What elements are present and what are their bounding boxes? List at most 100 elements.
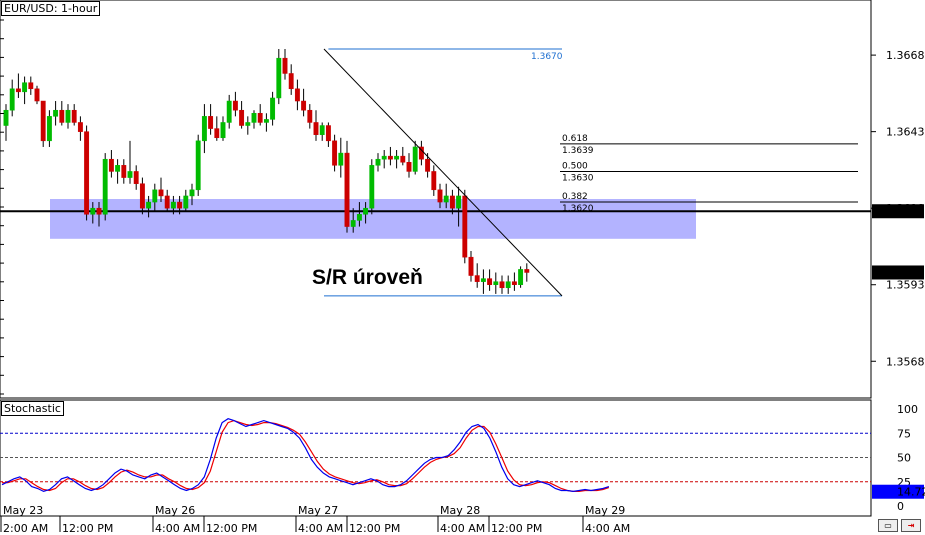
time-label: 4:00 AM — [440, 522, 485, 535]
candle-body — [232, 100, 238, 111]
candle-body — [437, 189, 443, 203]
candle — [84, 125, 90, 221]
candle-body — [108, 158, 114, 172]
stoch-tick-label: 0 — [897, 500, 904, 513]
candle-body — [220, 122, 226, 139]
candle-body — [65, 109, 71, 123]
candle — [102, 153, 108, 221]
candle-body — [381, 155, 387, 160]
candle-body — [406, 162, 412, 172]
candle-body — [226, 100, 232, 123]
candle-body — [493, 281, 499, 285]
candle-body — [22, 82, 28, 93]
candle-body — [34, 88, 40, 102]
candle-body — [307, 109, 313, 123]
candle-body — [387, 155, 393, 160]
candle-body — [59, 109, 65, 123]
stoch-badge-label: 14.72 — [897, 486, 925, 499]
candle-body — [96, 207, 102, 215]
candle — [344, 140, 350, 233]
fib-ratio-label: 0.618 — [562, 134, 588, 144]
fib-price-label: 1.3620 — [562, 204, 594, 214]
candle-body — [375, 158, 381, 166]
candle-body — [400, 155, 406, 163]
candle-body — [276, 57, 282, 99]
candle-body — [338, 152, 344, 166]
candle-body — [84, 131, 90, 215]
candle-body — [146, 201, 152, 209]
candle-body — [350, 220, 356, 227]
candle-body — [270, 97, 276, 120]
candle-body — [282, 57, 288, 74]
price-tick-label: 1.3643 — [886, 126, 925, 139]
candle-body — [369, 165, 375, 209]
candle-body — [121, 165, 127, 178]
candle-body — [257, 113, 263, 123]
candle-body — [183, 195, 189, 209]
fib-price-label: 1.3630 — [562, 173, 594, 183]
candle-body — [332, 140, 338, 166]
candle-body — [53, 109, 59, 117]
candle-body — [28, 82, 34, 90]
candle-body — [90, 207, 96, 215]
price-badge-label: 1.3617 — [886, 205, 925, 218]
candle-body — [449, 195, 455, 209]
candle-body — [245, 122, 251, 126]
price-badge-label: 1.3597 — [886, 266, 925, 279]
candle-body — [164, 195, 170, 209]
candle-body — [127, 171, 133, 178]
candle-body — [115, 165, 121, 172]
candle-body — [71, 109, 77, 123]
candle-body — [511, 281, 517, 285]
candle — [462, 189, 468, 264]
time-label: 4:00 AM — [585, 522, 630, 535]
candle-body — [394, 155, 400, 160]
candle-body — [152, 189, 158, 203]
stoch-tick-label: 50 — [897, 452, 911, 465]
candle-body — [431, 171, 437, 191]
date-label: May 27 — [298, 504, 338, 517]
candle-body — [77, 122, 83, 132]
time-label: 12:00 PM — [349, 522, 400, 535]
price-tick-label: 1.3668 — [886, 49, 925, 62]
candle-body — [208, 116, 214, 129]
candle-body — [263, 119, 269, 123]
candle-body — [325, 125, 331, 142]
candle-body — [177, 201, 183, 209]
arrow-right-icon[interactable]: ⇥ — [901, 519, 921, 532]
candle-body — [524, 269, 530, 273]
candle-body — [319, 125, 325, 135]
chart-title: EUR/USD: 1-hour — [1, 1, 101, 16]
fib-ratio-label: 0.500 — [562, 161, 588, 171]
candle-body — [499, 281, 505, 289]
corner-controls[interactable]: ▭ ⇥ — [878, 519, 921, 532]
candle-body — [288, 73, 294, 90]
candle-body — [3, 109, 9, 126]
date-label: May 26 — [155, 504, 195, 517]
time-label: 12:00 PM — [62, 522, 113, 535]
candle-body — [412, 146, 418, 172]
candle-body — [505, 281, 511, 289]
candle-body — [468, 256, 474, 276]
time-label: 4:00 AM — [155, 522, 200, 535]
candle-body — [239, 109, 245, 126]
candle-body — [139, 183, 145, 209]
time-label: 12:00 PM — [491, 522, 542, 535]
candle-body — [313, 122, 319, 135]
stoch-tick-label: 75 — [897, 427, 911, 440]
candle-body — [356, 214, 362, 221]
candle-body — [294, 88, 300, 102]
candle-body — [170, 201, 176, 209]
price-tick-label: 1.3593 — [886, 279, 925, 292]
candle-body — [474, 275, 480, 282]
time-label: 4:00 AM — [298, 522, 343, 535]
candle-body — [201, 116, 207, 142]
candle-body — [15, 88, 21, 93]
candle — [195, 134, 201, 196]
scroll-icon[interactable]: ▭ — [878, 519, 898, 532]
fib-ratio-label: 0.382 — [562, 192, 588, 202]
date-label: May 23 — [3, 504, 43, 517]
time-label: 2:00 AM — [3, 522, 48, 535]
chart-canvas: 1.3670 0.618 1.3639 0.500 1.3630 0.382 1.3620 1… — [0, 0, 925, 535]
candle-body — [102, 158, 108, 215]
